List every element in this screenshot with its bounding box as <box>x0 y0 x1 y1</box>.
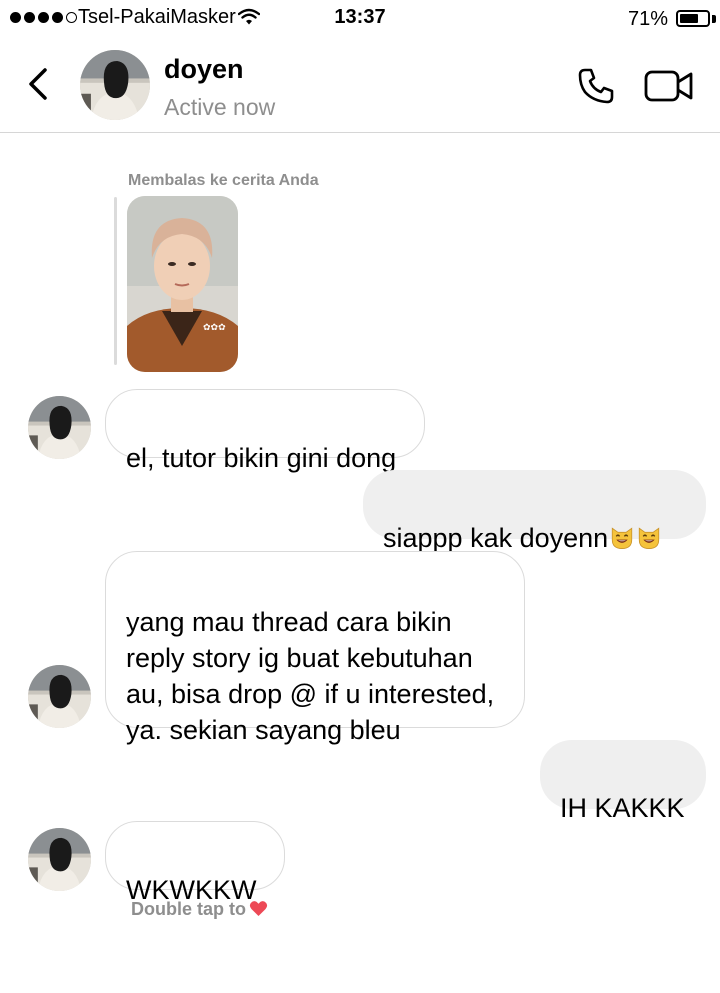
battery-percent: 71% <box>627 8 668 30</box>
chevron-left-icon[interactable] <box>20 64 60 104</box>
sender-avatar[interactable] <box>28 665 91 728</box>
active-status: Active now <box>164 94 276 120</box>
video-camera-icon[interactable] <box>644 68 694 104</box>
carrier-name: Tsel-PakaiMasker <box>78 6 236 28</box>
contact-name[interactable]: doyen <box>164 54 244 85</box>
outgoing-message-bubble[interactable]: siappp kak doyenn <box>363 470 706 553</box>
double-tap-text: Double tap to <box>131 899 246 919</box>
incoming-message-bubble[interactable]: el, tutor bikin gini dong <box>105 389 425 473</box>
message-text: siappp kak doyenn <box>383 523 609 553</box>
svg-text:✿✿✿: ✿✿✿ <box>203 323 226 333</box>
chat-header: doyen Active now <box>0 38 720 133</box>
quote-line <box>114 197 117 365</box>
sender-avatar[interactable] <box>28 828 91 891</box>
smiling-cat-emoji <box>609 525 635 551</box>
message-text: IH KAKKK <box>560 793 685 823</box>
smiling-cat-emoji <box>636 525 662 551</box>
battery-tip <box>712 15 716 23</box>
story-thumbnail[interactable]: ✿✿✿ <box>127 196 238 372</box>
message-text: yang mau thread cara bikin reply story i… <box>126 607 495 745</box>
story-reply-label: Membalas ke cerita Anda <box>128 172 319 189</box>
phone-icon[interactable] <box>576 66 616 106</box>
incoming-message-bubble[interactable]: yang mau thread cara bikin reply story i… <box>105 551 525 745</box>
wifi-icon <box>238 8 260 25</box>
incoming-message-bubble[interactable]: WKWKKW <box>105 821 285 905</box>
message-text: el, tutor bikin gini dong <box>126 443 397 473</box>
heart-icon <box>249 901 268 917</box>
double-tap-hint: Double tap to <box>131 899 268 920</box>
outgoing-message-bubble[interactable]: IH KAKKK <box>540 740 706 823</box>
sender-avatar[interactable] <box>28 396 91 459</box>
signal-strength-icon <box>10 12 77 23</box>
contact-avatar[interactable] <box>80 50 150 120</box>
battery-icon <box>676 10 710 27</box>
status-bar: Tsel-PakaiMasker 13:37 71% <box>0 0 720 38</box>
